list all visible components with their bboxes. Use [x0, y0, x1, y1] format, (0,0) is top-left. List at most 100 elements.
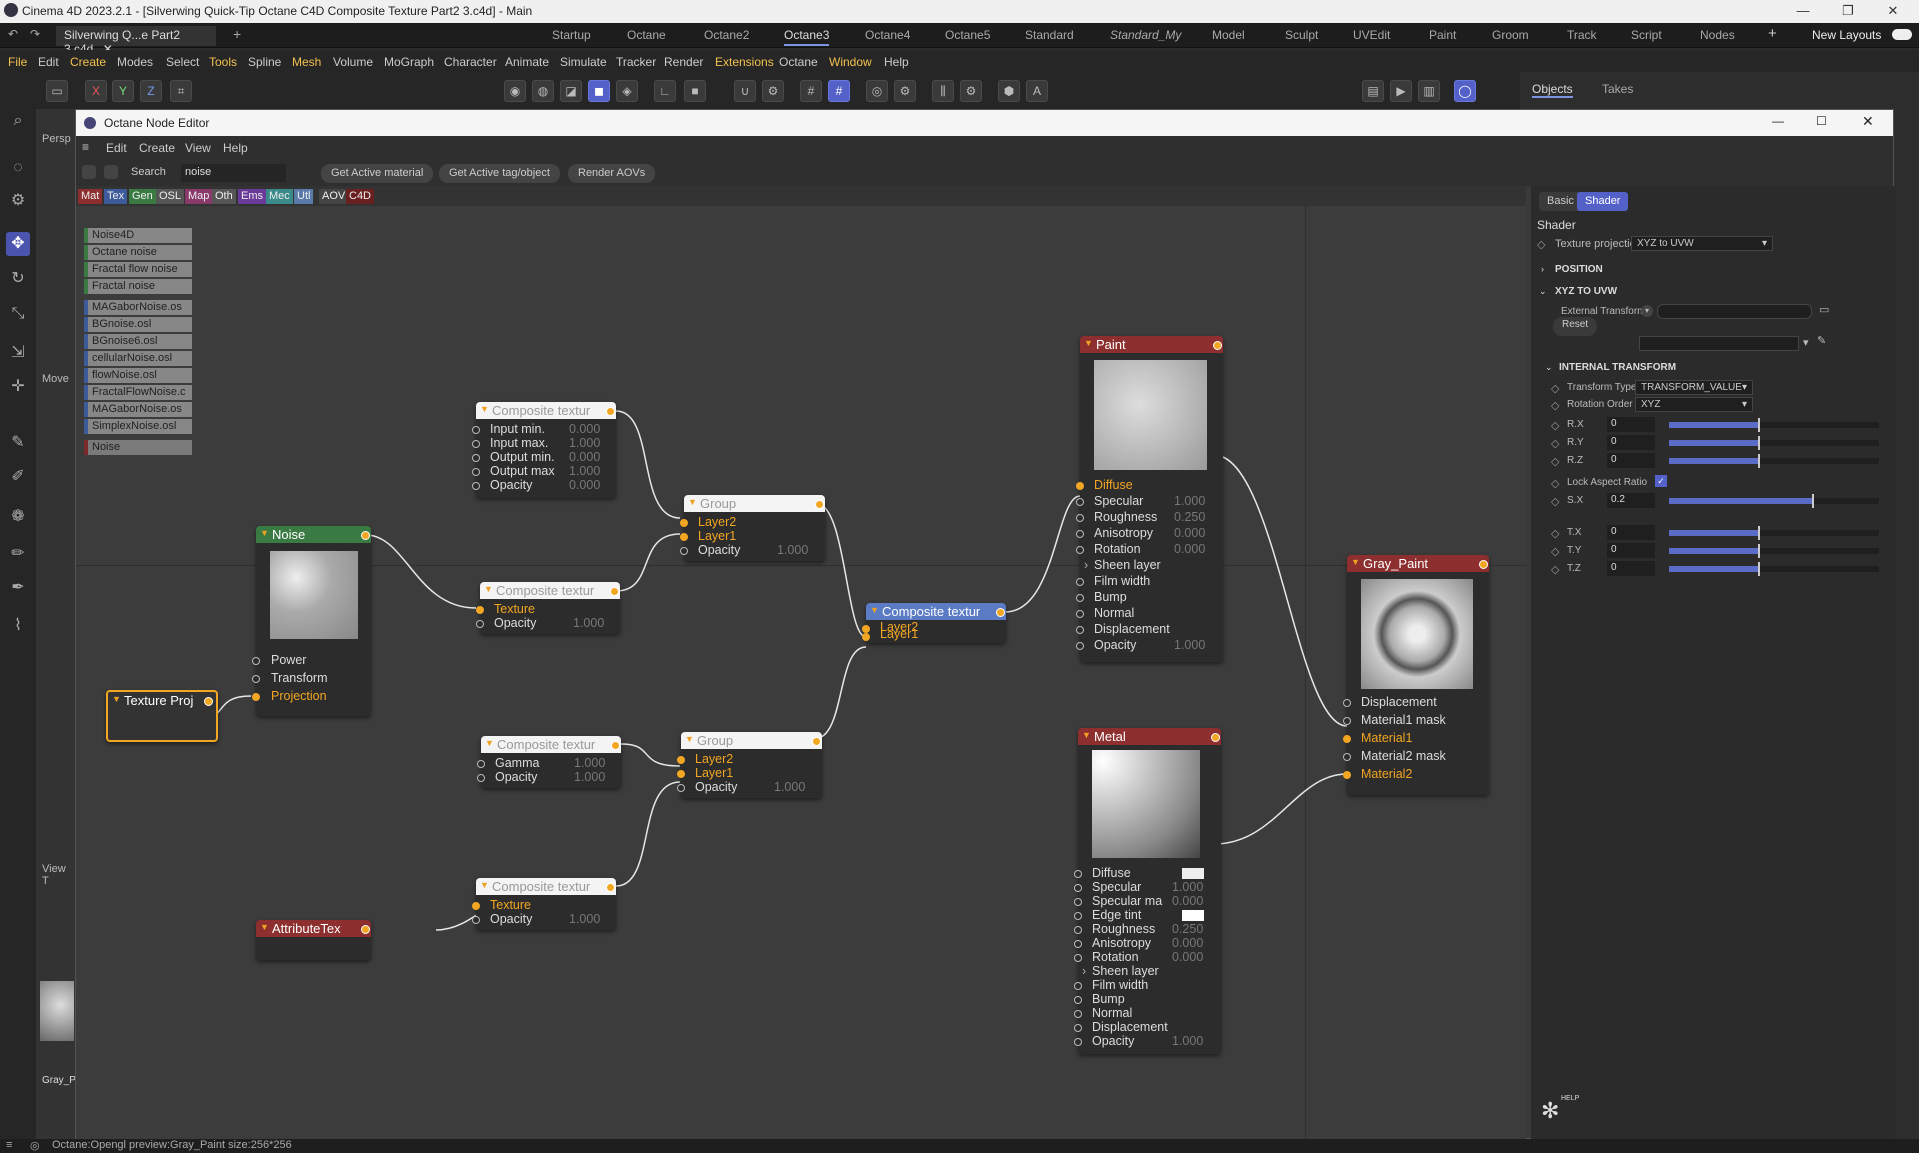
metal-material-node[interactable]: Metal Diffuse Specular 1.000 Specular ma 0…: [1074, 728, 1221, 1054]
input-pin[interactable]: [1076, 610, 1084, 618]
transform-type-dropdown[interactable]: TRANSFORM_VALUE ▾: [1635, 380, 1753, 395]
keyframe-icon[interactable]: ◇: [1551, 545, 1559, 558]
keyframe-icon[interactable]: ◇: [1551, 399, 1559, 412]
close-icon[interactable]: ✕: [1873, 0, 1913, 23]
composite-texture-node[interactable]: Composite textur Gamma 1.000 Opacity 1.000: [477, 736, 621, 788]
category-oth[interactable]: Oth: [212, 189, 236, 204]
xyz-to-uvw-section[interactable]: XYZ TO UVW: [1555, 286, 1617, 297]
keyframe-icon[interactable]: ◇: [1551, 455, 1559, 468]
mograph-icon[interactable]: ❁: [6, 505, 30, 529]
pin-value[interactable]: 1.000: [574, 770, 605, 784]
link-field[interactable]: [1639, 336, 1799, 351]
viewport-icon[interactable]: ▭: [46, 80, 68, 102]
layout-tab[interactable]: Standard: [1025, 28, 1074, 42]
menu-window[interactable]: Window: [829, 55, 872, 69]
get-active-tag-button[interactable]: Get Active tag/object: [439, 164, 560, 183]
output-pin[interactable]: [606, 407, 615, 416]
transform-tool-icon[interactable]: ⇲: [6, 341, 30, 365]
input-pin[interactable]: [476, 606, 484, 614]
polygons-mode-icon[interactable]: ◪: [560, 80, 582, 102]
input-pin[interactable]: [862, 625, 870, 633]
layout-tab[interactable]: Octane: [627, 28, 666, 42]
material-thumbnail[interactable]: [40, 981, 74, 1041]
menu-select[interactable]: Select: [166, 55, 199, 69]
input-pin[interactable]: [1074, 884, 1082, 892]
spline-pen-icon[interactable]: ✒: [6, 576, 30, 600]
scale-tool-icon[interactable]: ⤡: [6, 302, 30, 326]
input-pin[interactable]: [1074, 982, 1082, 990]
pin-value[interactable]: 1.000: [1172, 880, 1203, 894]
group-node[interactable]: Group Layer2 Layer1 Opacity 1.000: [677, 732, 822, 798]
pin-value[interactable]: 1.000: [573, 616, 604, 630]
position-section[interactable]: POSITION: [1555, 264, 1603, 275]
category-aov[interactable]: AOV: [319, 189, 349, 204]
input-pin[interactable]: [472, 454, 480, 462]
chevron-down-icon[interactable]: ⌄: [1539, 286, 1547, 297]
pen-tool-icon[interactable]: ✎: [6, 431, 30, 455]
add-tab-icon[interactable]: +: [233, 26, 241, 42]
chevron-right-icon[interactable]: ›: [1541, 264, 1544, 274]
layout-tab[interactable]: Script: [1631, 28, 1662, 42]
workplane-icon[interactable]: #: [828, 80, 850, 102]
maximize-icon[interactable]: ❐: [1828, 0, 1868, 23]
texture-mode-icon[interactable]: ◈: [616, 80, 638, 102]
snap-tool-icon[interactable]: ✛: [6, 375, 30, 399]
layout-tab[interactable]: Startup: [552, 28, 591, 42]
rx-input[interactable]: 0: [1607, 417, 1655, 432]
help-icon[interactable]: ✻: [1541, 1098, 1559, 1124]
input-pin[interactable]: [1074, 912, 1082, 920]
ne-minimize-icon[interactable]: —: [1772, 114, 1784, 128]
composite-texture-main-node[interactable]: Composite textur Layer2 Layer1: [862, 603, 1006, 643]
input-pin[interactable]: [477, 774, 485, 782]
input-pin[interactable]: [252, 657, 260, 665]
layout-tab[interactable]: Standard_My: [1110, 28, 1181, 42]
output-pin[interactable]: [996, 608, 1005, 617]
menu-tools[interactable]: Tools: [209, 55, 237, 69]
layout-tab[interactable]: Track: [1567, 28, 1597, 42]
layout-tab[interactable]: Octane4: [865, 28, 910, 42]
noise-node[interactable]: Noise Power Transform Projection: [252, 526, 371, 716]
render-settings-icon[interactable]: ⚙: [894, 80, 916, 102]
input-pin[interactable]: [1076, 498, 1084, 506]
layout-tab-active[interactable]: Octane3: [784, 28, 830, 46]
symmetry-settings-icon[interactable]: ⚙: [960, 80, 982, 102]
keyframe-icon[interactable]: ◇: [1551, 382, 1559, 395]
live-select-icon[interactable]: ◌: [6, 156, 30, 180]
pin-label[interactable]: Sheen layer: [1092, 964, 1159, 978]
ne-menu-create[interactable]: Create: [139, 141, 175, 155]
get-active-material-button[interactable]: Get Active material: [321, 164, 434, 183]
pin-value[interactable]: 1.000: [777, 543, 808, 557]
axis-z-button[interactable]: Z: [140, 80, 162, 102]
edit-icon[interactable]: ✎: [1817, 334, 1826, 347]
model-mode-icon[interactable]: ◼: [588, 80, 610, 102]
input-pin[interactable]: [472, 440, 480, 448]
search-icon[interactable]: ⌕: [6, 109, 30, 133]
pin-value[interactable]: 0.000: [569, 478, 600, 492]
input-pin[interactable]: [862, 633, 870, 641]
ne-menu-help[interactable]: Help: [223, 141, 248, 155]
input-pin[interactable]: [1343, 699, 1351, 707]
internal-transform-section[interactable]: INTERNAL TRANSFORM: [1559, 362, 1676, 373]
add-layout-icon[interactable]: +: [1768, 25, 1777, 42]
hamburger-icon[interactable]: ≡: [6, 1139, 12, 1151]
rz-slider[interactable]: [1669, 454, 1879, 468]
category-tex[interactable]: Tex: [104, 189, 128, 204]
pin-value[interactable]: 0.000: [1172, 950, 1203, 964]
input-pin[interactable]: [1343, 753, 1351, 761]
input-pin[interactable]: [1074, 1010, 1082, 1018]
render-region-icon[interactable]: ▤: [1362, 80, 1384, 102]
lock-aspect-checkbox[interactable]: ✓: [1655, 475, 1667, 487]
render-aovs-button[interactable]: Render AOVs: [568, 164, 656, 183]
keyframe-icon[interactable]: ◇: [1551, 419, 1559, 432]
layout-tab[interactable]: Model: [1212, 28, 1245, 42]
keyframe-icon[interactable]: ◇: [1551, 495, 1559, 508]
output-pin[interactable]: [1213, 341, 1222, 350]
chevron-down-icon[interactable]: ▾: [1803, 336, 1809, 349]
category-utl[interactable]: Utl: [294, 189, 314, 204]
sketch-tool-icon[interactable]: ✐: [6, 465, 30, 489]
input-pin[interactable]: [1076, 626, 1084, 634]
input-pin[interactable]: [1074, 870, 1082, 878]
input-pin[interactable]: [1074, 1024, 1082, 1032]
menu-mesh[interactable]: Mesh: [292, 55, 321, 69]
input-pin[interactable]: [1074, 1038, 1082, 1046]
